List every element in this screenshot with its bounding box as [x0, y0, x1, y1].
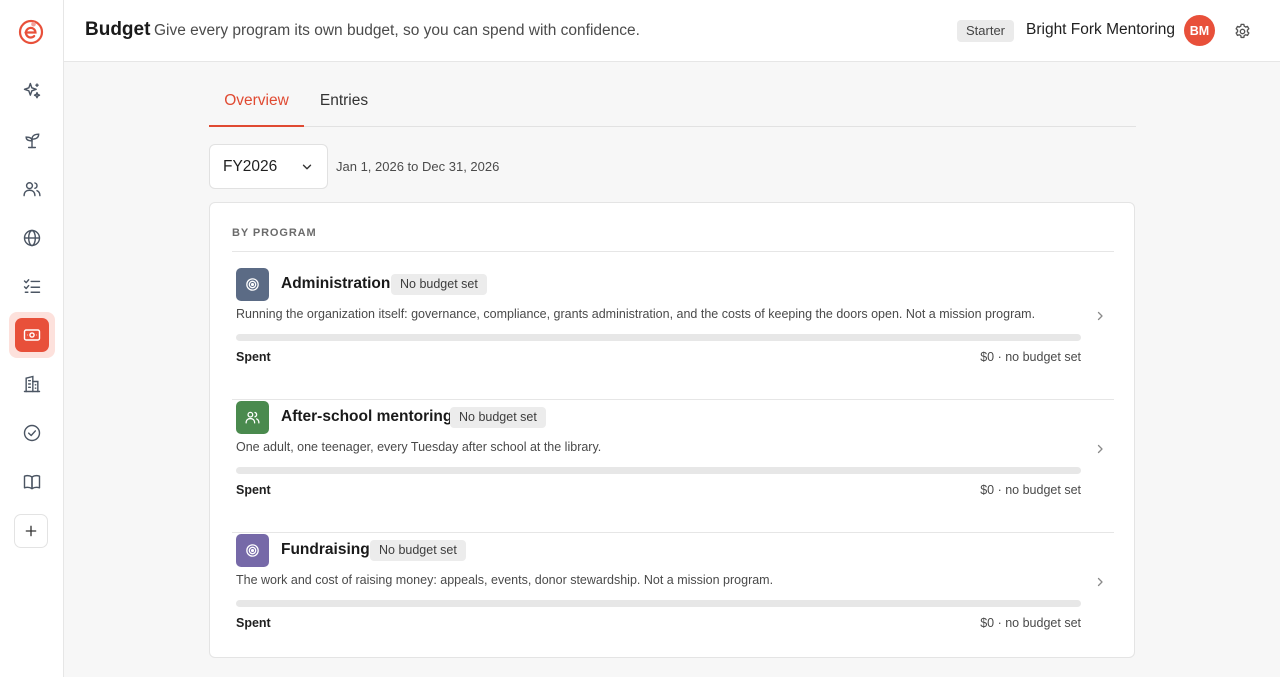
- spent-progress-bar: [236, 334, 1081, 341]
- avatar[interactable]: BM: [1184, 15, 1215, 46]
- globe-icon[interactable]: [14, 220, 50, 256]
- spent-progress-bar: [236, 600, 1081, 607]
- program-description: One adult, one teenager, every Tuesday a…: [236, 440, 602, 454]
- app-logo[interactable]: [18, 19, 44, 45]
- divider: [232, 251, 1114, 252]
- plus-icon[interactable]: [14, 514, 48, 548]
- program-row-administration[interactable]: Administration No budget set Running the…: [210, 268, 1136, 400]
- checklist-icon[interactable]: [14, 268, 50, 304]
- tab-entries[interactable]: Entries: [309, 78, 379, 127]
- chevron-right-icon: [1094, 309, 1106, 321]
- sparkles-icon[interactable]: [14, 73, 50, 109]
- tab-overview[interactable]: Overview: [209, 78, 304, 127]
- chevron-right-icon: [1094, 442, 1106, 454]
- program-row-after-school-mentoring[interactable]: After-school mentoring No budget set One…: [210, 401, 1136, 533]
- book-icon[interactable]: [14, 464, 50, 500]
- spent-label: Spent: [236, 616, 271, 630]
- gear-icon[interactable]: [1231, 20, 1253, 42]
- spent-label: Spent: [236, 350, 271, 364]
- spent-amount: $0 · no budget set: [980, 350, 1081, 364]
- program-row-fundraising[interactable]: Fundraising No budget set The work and c…: [210, 534, 1136, 654]
- program-name: Administration: [281, 275, 391, 292]
- program-name: Fundraising: [281, 541, 370, 558]
- programs-card: BY PROGRAM Administration No budget set …: [209, 202, 1135, 658]
- fiscal-year-select[interactable]: FY2026: [209, 144, 328, 189]
- fiscal-year-value: FY2026: [223, 158, 278, 175]
- section-label: BY PROGRAM: [232, 227, 317, 239]
- spent-amount: $0 · no budget set: [980, 616, 1081, 630]
- chevron-down-icon: [300, 160, 314, 174]
- target-icon: [236, 534, 269, 567]
- program-description: Running the organization itself: governa…: [236, 307, 1036, 321]
- chevron-right-icon: [1094, 575, 1106, 587]
- date-range: Jan 1, 2026 to Dec 31, 2026: [336, 159, 500, 174]
- divider: [232, 399, 1114, 400]
- target-icon: [236, 268, 269, 301]
- spent-amount: $0 · no budget set: [980, 483, 1081, 497]
- plan-badge: Starter: [957, 20, 1015, 42]
- spent-label: Spent: [236, 483, 271, 497]
- page-title: Budget: [85, 19, 151, 40]
- spent-progress-bar: [236, 467, 1081, 474]
- budget-status-badge: No budget set: [370, 540, 466, 561]
- tab-bar: Overview Entries: [209, 78, 1136, 127]
- program-name: After-school mentoring: [281, 408, 453, 425]
- budget-icon[interactable]: [9, 312, 55, 358]
- sprout-icon[interactable]: [14, 122, 50, 158]
- check-circle-icon[interactable]: [14, 415, 50, 451]
- program-description: The work and cost of raising money: appe…: [236, 573, 774, 587]
- page-subtitle: Give every program its own budget, so yo…: [154, 22, 640, 39]
- sidebar: [0, 0, 64, 677]
- org-name[interactable]: Bright Fork Mentoring: [1026, 21, 1175, 39]
- people-icon: [236, 401, 269, 434]
- divider: [232, 532, 1114, 533]
- page-header: Budget Give every program its own budget…: [64, 0, 1280, 62]
- people-icon[interactable]: [14, 171, 50, 207]
- building-icon[interactable]: [14, 366, 50, 402]
- budget-status-badge: No budget set: [391, 274, 487, 295]
- budget-status-badge: No budget set: [450, 407, 546, 428]
